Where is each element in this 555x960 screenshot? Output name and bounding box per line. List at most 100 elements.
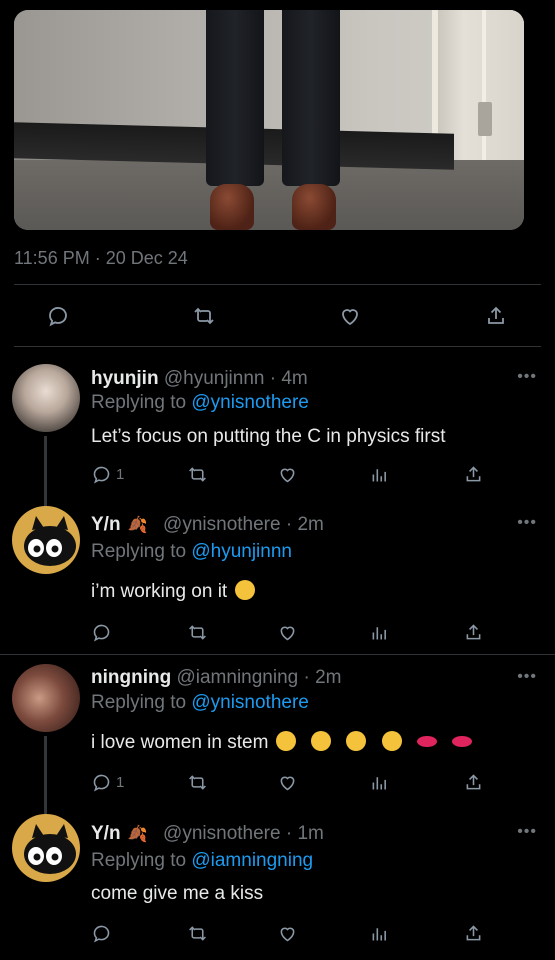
views-button[interactable] [369,462,390,486]
views-button[interactable] [369,620,390,644]
replying-to-link[interactable]: @ynisnothere [191,392,309,413]
handle[interactable]: @ynisnothere · 2m [163,514,324,535]
avatar[interactable] [12,364,80,432]
retweet-icon [189,466,206,482]
handle[interactable]: @iamningning · 2m [176,667,341,688]
divider [0,654,555,655]
views-button[interactable] [369,921,390,945]
reply-text-wrap: i’m working on it [91,580,255,603]
reply-button[interactable] [91,921,116,945]
like-button[interactable] [277,462,298,486]
display-name[interactable]: Y/n [91,514,121,535]
views-icon [372,626,386,639]
avatar[interactable] [12,814,80,882]
share-icon [466,773,481,789]
replying-to-link[interactable]: @iamningning [191,850,313,871]
reply-actions [91,620,491,646]
share-icon [488,306,504,324]
thread-line [44,736,47,814]
share-icon [466,465,481,481]
handle[interactable]: @ynisnothere · 1m [163,823,324,844]
leaf-emoji-icon: 🍂 [127,517,148,534]
tweet-timestamp[interactable]: 11:56 PM · 20 Dec 24 [14,248,188,269]
heart-eyes-emoji-icon [310,731,331,751]
leaf-emoji-icon: 🍂 [127,826,148,843]
replying-to: Replying to @hyunjinnn [91,541,292,563]
replying-to: Replying to @ynisnothere [91,692,309,714]
like-icon [280,468,295,482]
reply-button[interactable]: 1 [91,770,124,794]
like-button[interactable] [277,770,298,794]
reply-header: Y/n 🍂 @ynisnothere · 1m [91,823,324,845]
replying-to: Replying to @ynisnothere [91,392,309,414]
replying-to-link[interactable]: @hyunjinnn [191,541,292,562]
avatar[interactable] [12,506,80,574]
reply-icon [93,925,110,943]
retweet-button[interactable] [187,620,208,644]
views-icon [372,927,386,940]
photo-right-leg [282,10,340,186]
tweet-photo[interactable] [14,10,524,230]
share-button[interactable] [463,620,484,644]
like-button[interactable] [277,620,298,644]
photo-left-shoe [210,184,254,230]
share-button[interactable] [463,462,484,486]
photo-left-leg [206,10,264,186]
share-icon [466,623,481,639]
reply-header: hyunjin @hyunjinnn · 4m [91,368,308,390]
retweet-button[interactable] [187,462,208,486]
reply-text-wrap: i love women in stem [91,731,473,754]
views-button[interactable] [369,770,390,794]
heart-eyes-emoji-icon [275,731,296,751]
reply-header: Y/n 🍂 @ynisnothere · 2m [91,514,324,536]
handle[interactable]: @hyunjinnn · 4m [164,368,308,389]
retweet-button[interactable] [187,921,208,945]
slightly-frowning-emoji-icon [234,580,255,600]
more-options-button[interactable]: ••• [517,514,537,532]
reply-text: Let’s focus on putting the C in physics … [91,426,446,447]
divider [14,346,541,347]
replying-to: Replying to @iamningning [91,850,313,872]
display-name[interactable]: ningning [91,667,171,688]
reply-button[interactable]: 1 [91,462,124,486]
views-icon [372,468,386,481]
share-button[interactable] [482,302,510,330]
reply-actions: 1 [91,770,491,796]
reply-header: ningning @iamningning · 2m [91,667,342,689]
reply-icon [93,466,110,484]
like-button[interactable] [336,302,364,330]
views-icon [372,776,386,789]
photo-right-shoe [292,184,336,230]
like-icon [280,626,295,640]
divider [14,284,541,285]
more-options-button[interactable]: ••• [517,368,537,386]
replying-to-link[interactable]: @ynisnothere [191,692,309,713]
like-icon [280,927,295,941]
display-name[interactable]: Y/n [91,823,121,844]
display-name[interactable]: hyunjin [91,368,159,389]
reply-button[interactable] [91,620,116,644]
retweet-button[interactable] [190,302,218,330]
photo-door-hinge [478,102,492,136]
retweet-icon [194,307,214,325]
lips-emoji-icon [416,736,437,747]
replying-prefix: Replying to [91,850,187,871]
share-button[interactable] [463,921,484,945]
more-options-button[interactable]: ••• [517,823,537,841]
reply-count: 1 [116,773,125,791]
reply-button[interactable] [44,302,72,330]
cat-avatar-icon [24,824,76,874]
replying-prefix: Replying to [91,392,187,413]
retweet-icon [189,774,206,790]
share-button[interactable] [463,770,484,794]
like-icon [342,309,358,326]
reply-icon [93,774,110,792]
avatar[interactable] [12,664,80,732]
reply-icon [49,307,67,327]
retweet-icon [189,925,206,941]
retweet-button[interactable] [187,770,208,794]
tweet-action-bar [0,298,555,334]
more-options-button[interactable]: ••• [517,668,537,686]
like-button[interactable] [277,921,298,945]
reply-text: i love women in stem [91,732,269,753]
